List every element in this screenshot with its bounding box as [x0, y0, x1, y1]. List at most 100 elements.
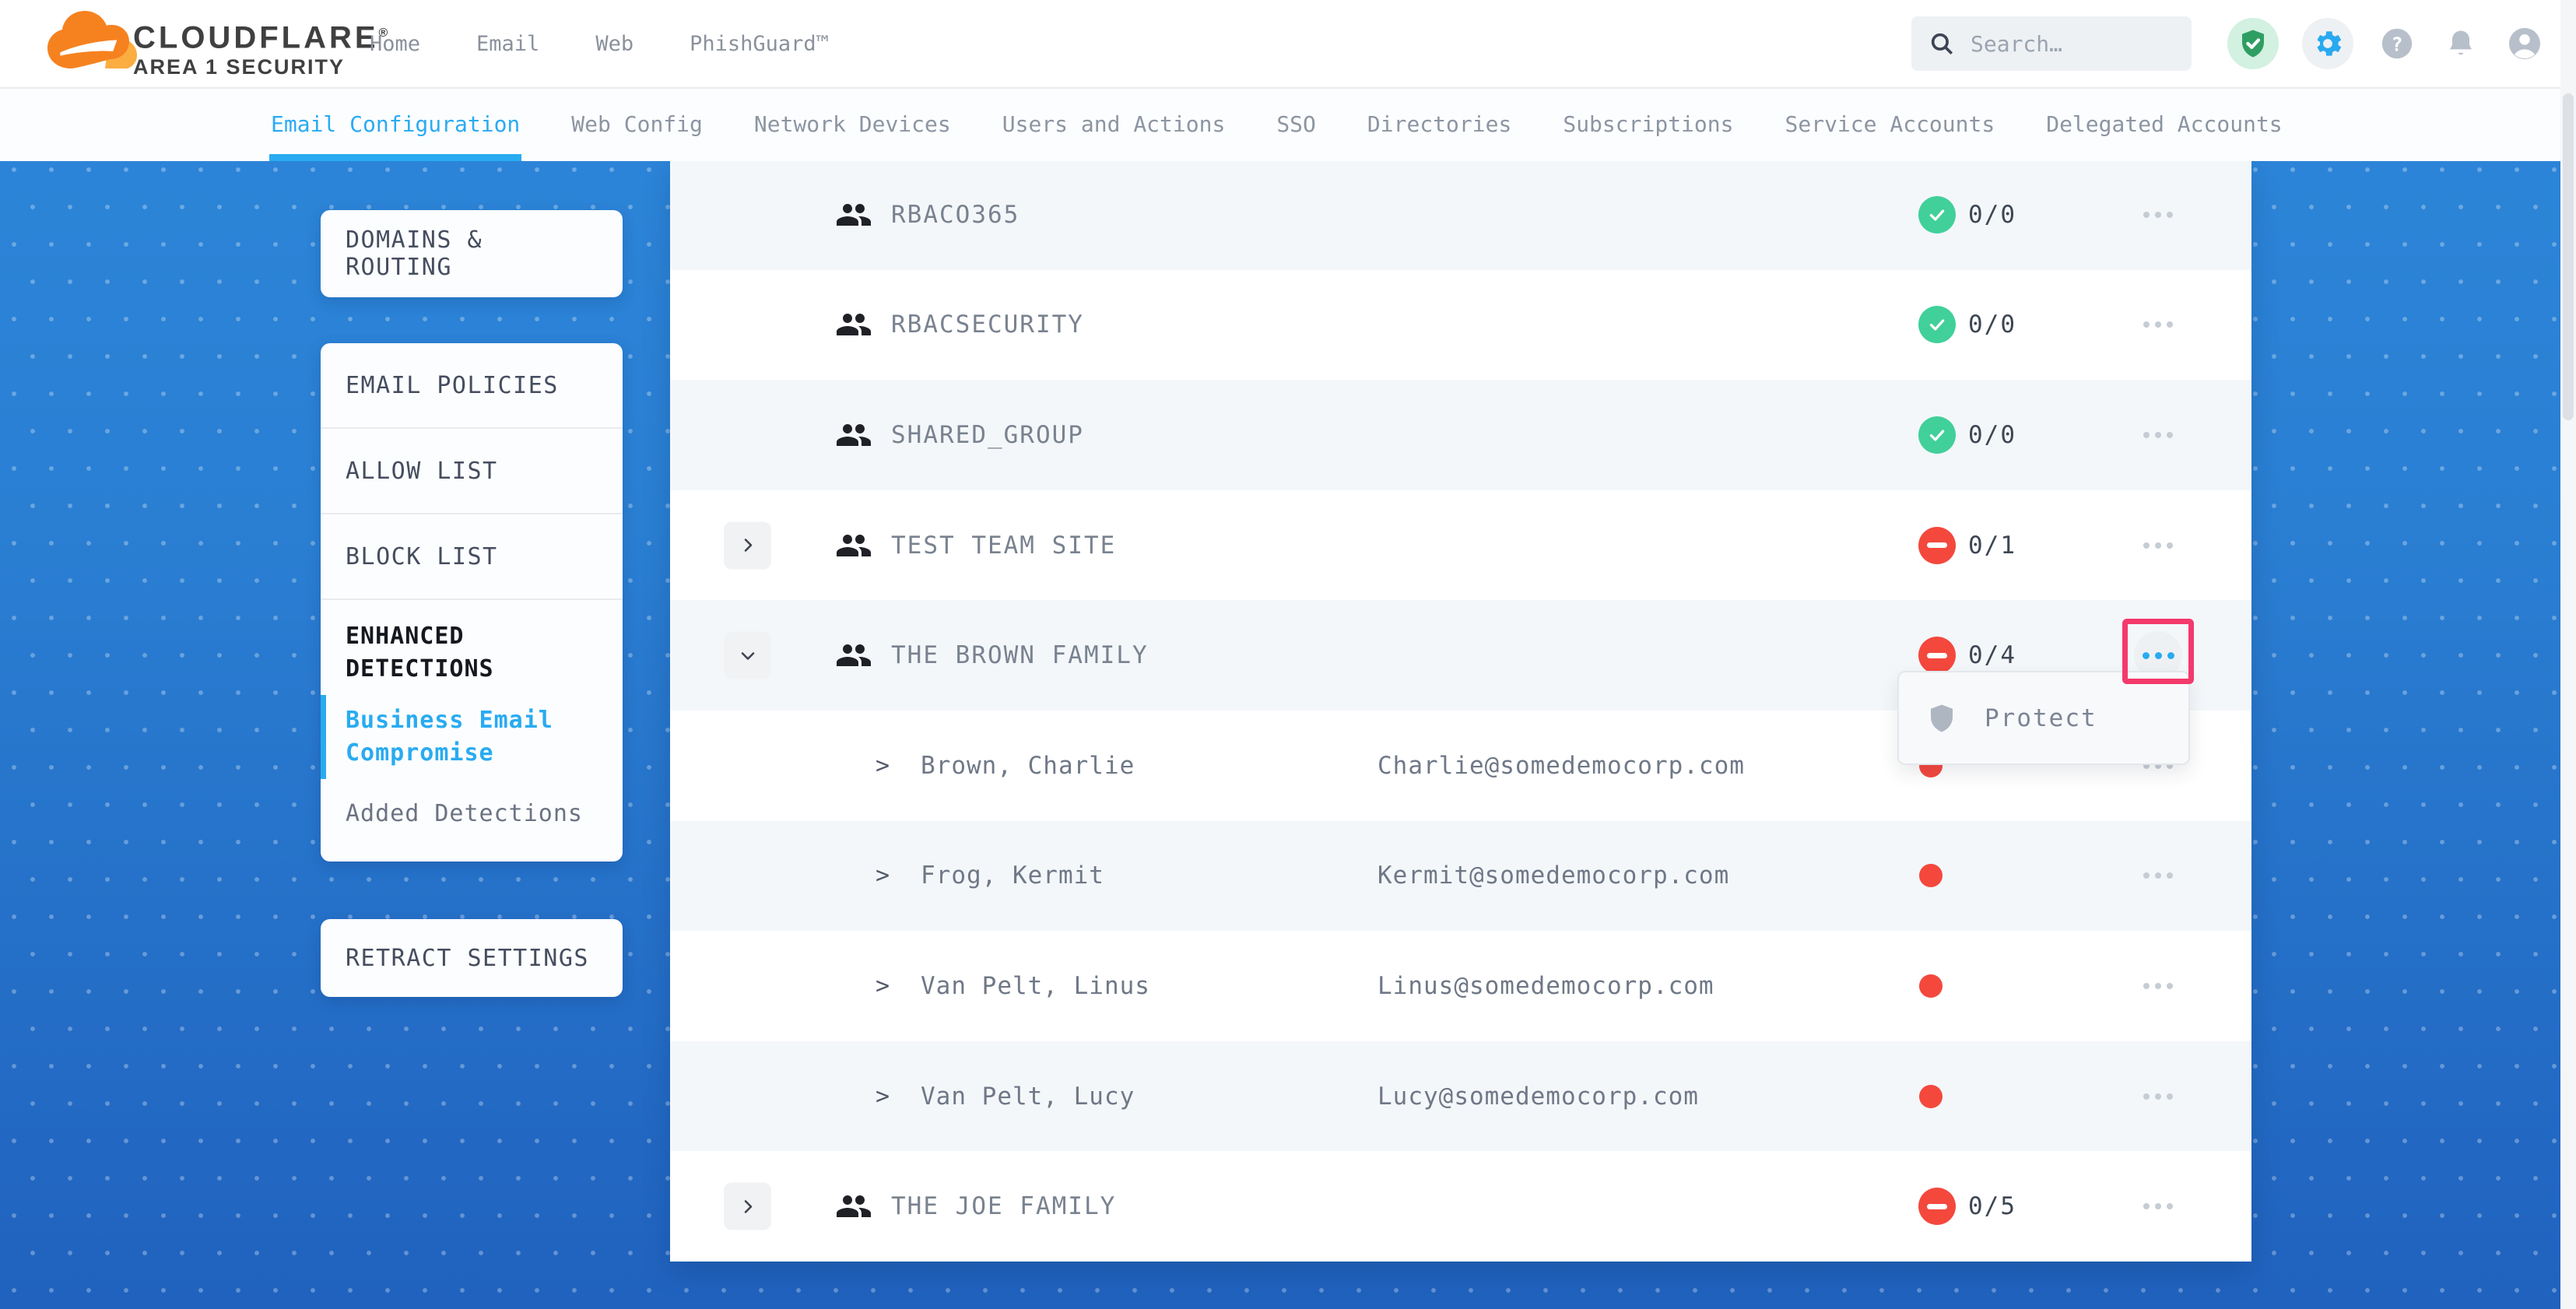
- tab-network-devices[interactable]: Network Devices: [754, 87, 951, 161]
- nav-phishguard[interactable]: PhishGuard™: [690, 32, 829, 56]
- member-email: Charlie@somedemocorp.com: [1377, 752, 1745, 780]
- tab-directories[interactable]: Directories: [1367, 87, 1511, 161]
- settings-button[interactable]: [2302, 18, 2353, 69]
- notifications-button[interactable]: [2441, 23, 2481, 64]
- account-button[interactable]: [2504, 23, 2545, 64]
- table-row-member-van-pelt-linus: > Van Pelt, Linus Linus@somedemocorp.com: [670, 931, 2251, 1041]
- protection-count: 0/0: [1968, 201, 2016, 229]
- nav-web[interactable]: Web: [595, 32, 633, 56]
- logo-wordmark: CLOUDFLARE®: [133, 18, 391, 53]
- sidebar-item-block-list[interactable]: BLOCK LIST: [321, 514, 623, 598]
- sidebar-item-business-email-compromise[interactable]: Business Email Compromise: [321, 690, 623, 784]
- help-icon: ?: [2379, 26, 2415, 61]
- protection-count: 0/5: [1968, 1192, 2016, 1220]
- tab-delegated-accounts[interactable]: Delegated Accounts: [2046, 87, 2282, 161]
- group-name: TEST TEAM SITE: [891, 532, 1116, 560]
- group-icon: [835, 527, 872, 564]
- search-box[interactable]: [1911, 16, 2192, 71]
- member-email: Kermit@somedemocorp.com: [1377, 862, 1729, 890]
- protection-count: 0/0: [1968, 421, 2016, 449]
- groups-table: RBACO365 0/0 RBACSECURITY 0/0 SHARED_GRO…: [670, 160, 2251, 1262]
- table-row-member-frog-kermit: > Frog, Kermit Kermit@somedemocorp.com: [670, 821, 2251, 932]
- row-menu-button[interactable]: [2143, 210, 2173, 219]
- tab-service-accounts[interactable]: Service Accounts: [1785, 87, 1995, 161]
- group-name: RBACO365: [891, 201, 1020, 229]
- protected-status-badge: [1918, 416, 1956, 454]
- protected-status-badge: [1918, 196, 1956, 233]
- sidebar-item-allow-list[interactable]: ALLOW LIST: [321, 429, 623, 513]
- nav-email[interactable]: Email: [476, 32, 539, 56]
- sidebar-item-retract-settings[interactable]: RETRACT SETTINGS: [321, 919, 623, 997]
- tab-email-configuration[interactable]: Email Configuration: [271, 87, 520, 161]
- sidebar-item-domains-routing[interactable]: DOMAINS & ROUTING: [321, 210, 623, 297]
- member-name: Van Pelt, Linus: [921, 972, 1150, 1000]
- row-menu-button[interactable]: [2143, 320, 2173, 329]
- sidebar-policies-card: EMAIL POLICIES ALLOW LIST BLOCK LIST ENH…: [321, 343, 623, 862]
- row-menu-button[interactable]: [2143, 981, 2173, 991]
- chevron-right-icon: [739, 1197, 757, 1216]
- collapse-row-button[interactable]: [724, 632, 771, 679]
- table-row-member-van-pelt-lucy: > Van Pelt, Lucy Lucy@somedemocorp.com: [670, 1041, 2251, 1152]
- group-icon: [835, 637, 872, 674]
- shield-check-icon: [2237, 27, 2269, 60]
- scrollbar-thumb[interactable]: [2563, 93, 2574, 420]
- logo-product-name: AREA 1 SECURITY: [133, 54, 391, 80]
- tab-subscriptions[interactable]: Subscriptions: [1563, 87, 1733, 161]
- member-name: Brown, Charlie: [921, 752, 1135, 780]
- protection-count: 0/0: [1968, 311, 2016, 339]
- menu-item-protect[interactable]: Protect: [1985, 704, 2097, 732]
- svg-text:?: ?: [2392, 33, 2403, 56]
- row-menu-button[interactable]: [2143, 430, 2173, 440]
- member-name: Van Pelt, Lucy: [921, 1083, 1135, 1111]
- settings-sidebar: DOMAINS & ROUTING EMAIL POLICIES ALLOW L…: [321, 210, 623, 997]
- unprotected-dot: [1919, 974, 1943, 998]
- sidebar-section-enhanced-detections: ENHANCED DETECTIONS: [321, 600, 623, 690]
- row-menu-button[interactable]: [2143, 871, 2173, 880]
- cloudflare-logo[interactable]: CLOUDFLARE® AREA 1 SECURITY: [43, 7, 323, 79]
- row-menu-button[interactable]: [2143, 1092, 2173, 1101]
- table-row-group-shared-group: SHARED_GROUP 0/0: [670, 380, 2251, 490]
- member-chevron-icon: >: [876, 752, 890, 779]
- protection-status-button[interactable]: [2227, 18, 2279, 69]
- expand-row-button[interactable]: [724, 1183, 771, 1230]
- protection-count: 0/4: [1968, 641, 2016, 669]
- shield-icon: [1925, 700, 1958, 736]
- search-icon: [1928, 30, 1955, 57]
- group-name: SHARED_GROUP: [891, 421, 1084, 449]
- avatar-icon: [2506, 25, 2543, 62]
- chevron-down-icon: [739, 646, 757, 665]
- group-icon: [835, 1188, 872, 1225]
- group-icon: [835, 306, 872, 343]
- row-menu-button[interactable]: [2143, 541, 2173, 550]
- group-icon: [835, 196, 872, 233]
- help-button[interactable]: ?: [2377, 23, 2417, 64]
- group-name: THE JOE FAMILY: [891, 1192, 1116, 1220]
- unprotected-status-badge: [1918, 637, 1956, 674]
- tab-sso[interactable]: SSO: [1276, 87, 1316, 161]
- sidebar-item-email-policies[interactable]: EMAIL POLICIES: [321, 343, 623, 427]
- unprotected-status-badge: [1918, 1188, 1956, 1225]
- row-menu-button[interactable]: [2143, 1202, 2173, 1211]
- sidebar-item-added-detections[interactable]: Added Detections: [321, 784, 623, 862]
- expand-row-button[interactable]: [724, 521, 771, 569]
- gear-icon: [2311, 26, 2345, 61]
- settings-tab-bar: Email Configuration Web Config Network D…: [0, 87, 2576, 161]
- chevron-right-icon: [739, 536, 757, 555]
- protection-count: 0/1: [1968, 532, 2016, 560]
- nav-home[interactable]: Home: [370, 32, 420, 56]
- row-context-menu: Protect: [1897, 671, 2190, 765]
- search-input[interactable]: [1969, 30, 2174, 58]
- protected-status-badge: [1918, 306, 1956, 343]
- cloudflare-cloud-icon: [43, 10, 144, 75]
- page-scrollbar[interactable]: [2560, 0, 2576, 1309]
- tab-web-config[interactable]: Web Config: [571, 87, 703, 161]
- app-header: CLOUDFLARE® AREA 1 SECURITY Home Email W…: [0, 0, 2576, 89]
- unprotected-status-badge: [1918, 527, 1956, 564]
- member-chevron-icon: >: [876, 862, 890, 890]
- tab-users-and-actions[interactable]: Users and Actions: [1002, 87, 1226, 161]
- unprotected-dot: [1919, 1085, 1943, 1108]
- group-name: THE BROWN FAMILY: [891, 641, 1149, 669]
- sidebar-label: DOMAINS & ROUTING: [346, 226, 598, 281]
- member-chevron-icon: >: [876, 1083, 890, 1110]
- bell-icon: [2444, 26, 2478, 61]
